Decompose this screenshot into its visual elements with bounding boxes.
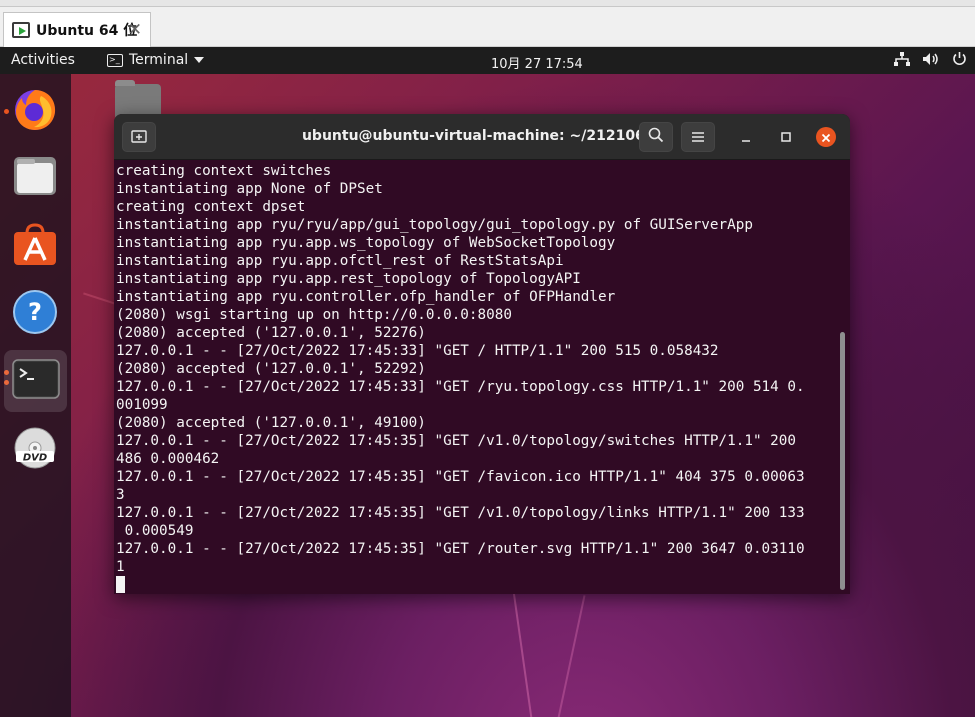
terminal-line: creating context dpset [116,199,306,215]
vm-tab-ubuntu[interactable]: Ubuntu 64 位 ✕ [3,12,151,47]
chevron-down-icon [194,57,205,63]
terminal-line: 127.0.0.1 - - [27/Oct/2022 17:45:35] "GE… [116,505,805,521]
dock-item-firefox[interactable] [9,84,61,136]
terminal-line: 001099 [116,397,168,413]
svg-text:DVD: DVD [23,453,47,464]
app-menu-terminal[interactable]: >_ Terminal [107,52,205,68]
vm-play-icon [12,22,30,38]
terminal-window[interactable]: ubuntu@ubuntu-virtual-machine: ~/2121066… [114,114,850,594]
terminal-line: 0.000549 [116,523,194,539]
top-panel: Activities >_ Terminal 10月 27 17:54 [0,47,975,74]
terminal-line: 127.0.0.1 - - [27/Oct/2022 17:45:35] "GE… [116,433,796,449]
vm-host-tab-bar: Ubuntu 64 位 ✕ [0,0,975,47]
files-icon [12,153,58,203]
terminal-line: 127.0.0.1 - - [27/Oct/2022 17:45:33] "GE… [116,343,719,359]
terminal-line: instantiating app None of DPSet [116,181,383,197]
host-top-edge [0,0,975,7]
terminal-line: instantiating app ryu.app.rest_topology … [116,271,581,287]
terminal-line: 486 0.000462 [116,451,220,467]
terminal-line: instantiating app ryu/ryu/app/gui_topolo… [116,217,753,233]
wallpaper-streak [556,595,586,717]
terminal-line: (2080) accepted ('127.0.0.1', 52292) [116,361,426,377]
terminal-line: (2080) accepted ('127.0.0.1', 49100) [116,415,426,431]
terminal-output[interactable]: creating context switches instantiating a… [116,162,838,594]
maximize-button[interactable] [776,127,796,147]
terminal-line: instantiating app ryu.controller.ofp_han… [116,289,616,305]
terminal-line: 1 [116,559,125,575]
svg-text:?: ? [28,298,42,326]
dock-item-dvd[interactable]: DVD [9,424,61,476]
close-button[interactable] [816,127,836,147]
terminal-mini-icon: >_ [107,53,123,67]
terminal-prompt-line [116,576,838,594]
help-icon: ? [12,289,58,339]
firefox-icon [11,84,59,136]
search-button[interactable] [639,122,673,152]
terminal-line: 127.0.0.1 - - [27/Oct/2022 17:45:35] "GE… [116,541,805,557]
terminal-cursor [116,576,125,593]
close-icon[interactable]: ✕ [128,20,142,40]
hamburger-menu-icon [691,128,705,147]
activities-button[interactable]: Activities [11,52,75,68]
app-menu-label: Terminal [129,52,189,68]
network-icon[interactable] [894,51,910,66]
minimize-button[interactable] [736,127,756,147]
close-icon [821,128,831,147]
maximize-icon [780,128,792,147]
terminal-line: 3 [116,487,125,503]
terminal-line: 127.0.0.1 - - [27/Oct/2022 17:45:35] "GE… [116,469,805,485]
power-icon[interactable] [952,51,967,66]
volume-icon[interactable] [922,52,940,66]
menu-button[interactable] [681,122,715,152]
dock-item-terminal[interactable] [4,350,67,412]
dock-item-help[interactable]: ? [9,288,61,340]
terminal-header-bar[interactable]: ubuntu@ubuntu-virtual-machine: ~/2121066… [114,114,850,160]
system-tray[interactable] [894,51,967,66]
dock-item-software[interactable] [9,220,61,272]
vm-tab-label: Ubuntu 64 位 [36,23,138,39]
dvd-icon: DVD [12,425,58,475]
terminal-line: instantiating app ryu.app.ofctl_rest of … [116,253,564,269]
terminal-line: instantiating app ryu.app.ws_topology of… [116,235,616,251]
minimize-icon [740,128,752,147]
dock: ? DVD [0,74,71,717]
software-icon [12,221,58,271]
terminal-line: 127.0.0.1 - - [27/Oct/2022 17:45:33] "GE… [116,379,805,395]
dock-item-files[interactable] [9,152,61,204]
clock[interactable]: 10月 27 17:54 [491,53,583,72]
terminal-line: (2080) wsgi starting up on http://0.0.0.… [116,307,512,323]
search-icon [648,127,664,147]
scrollbar[interactable] [840,332,845,590]
terminal-line: (2080) accepted ('127.0.0.1', 52276) [116,325,426,341]
terminal-line: creating context switches [116,163,332,179]
terminal-icon [11,359,60,403]
